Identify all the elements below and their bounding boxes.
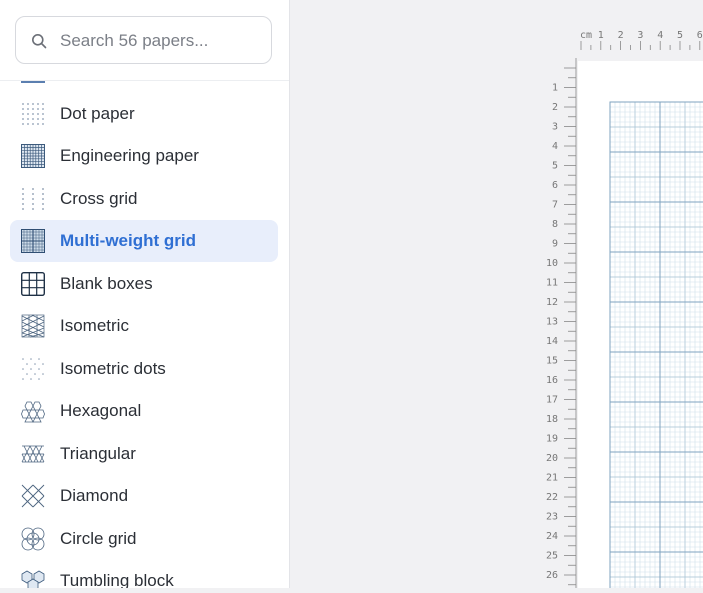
ruler-left-label: 23 [546, 512, 558, 523]
ruler-left-label: 21 [546, 473, 558, 484]
paper-item-diamond[interactable]: Diamond [10, 475, 278, 517]
triangular-icon [21, 445, 45, 463]
ruler-left-label: 15 [546, 356, 558, 367]
ruler-top-label: 2 [618, 30, 624, 41]
paper-item-isometric-dots[interactable]: Isometric dots [10, 348, 278, 390]
ruler-top-label: 5 [677, 30, 683, 41]
paper-list[interactable]: Dot paper Engineering paper Cross grid M… [0, 81, 289, 588]
ruler-left-label: 12 [546, 297, 558, 308]
ruler-left-label: 19 [546, 434, 558, 445]
paper-item-circle-grid[interactable]: Circle grid [10, 518, 278, 560]
ruler-left-label: 16 [546, 375, 558, 386]
ruler-top-label: 3 [637, 30, 643, 41]
ruler-left-label: 4 [552, 141, 558, 152]
ruler-left-label: 25 [546, 551, 558, 562]
paper-item-label: Dot paper [60, 104, 135, 123]
ruler-left-label: 17 [546, 395, 558, 406]
paper-item-label: Hexagonal [60, 401, 142, 420]
ruler-left-label: 11 [546, 278, 558, 289]
paper-item-label: Diamond [60, 486, 129, 505]
ruler-left-label: 13 [546, 317, 558, 328]
search-input[interactable] [58, 17, 262, 65]
paper-item-label: Isometric [60, 316, 129, 335]
ruler-top-label: 1 [598, 30, 604, 41]
paper-item-hexagonal[interactable]: Hexagonal [10, 390, 278, 432]
ruler-left-label: 26 [546, 570, 558, 581]
paper-item-dot-paper[interactable]: Dot paper [10, 93, 278, 135]
ruler-top-label: 6 [697, 30, 703, 41]
engineering-paper-icon [21, 144, 45, 168]
isometric-dots-icon [22, 358, 44, 380]
paper-item-engineering-paper[interactable]: Engineering paper [10, 135, 278, 177]
paper-item-tumbling-block[interactable]: Tumbling block [10, 560, 278, 588]
ruler-left-label: 20 [546, 453, 558, 464]
paper-item-cross-grid[interactable]: Cross grid [10, 178, 278, 220]
isometric-icon [21, 314, 45, 338]
ruler-unit-label: cm [580, 30, 592, 41]
search-box[interactable] [15, 16, 272, 65]
ruler-left-label: 2 [552, 102, 558, 113]
circle-grid-icon [21, 527, 45, 551]
search-icon [32, 34, 47, 49]
ruler-left-label: 18 [546, 414, 558, 425]
paper-item-label: Tumbling block [60, 571, 174, 588]
paper-item-blank-boxes[interactable]: Blank boxes [10, 263, 278, 305]
paper-sidebar: Dot paper Engineering paper [0, 0, 290, 588]
paper-item-label: Blank boxes [60, 274, 153, 293]
cross-grid-icon [22, 188, 44, 210]
ruler-top-label: 4 [657, 30, 663, 41]
paper-item-label: Circle grid [60, 529, 137, 548]
paper-item-multi-weight-grid[interactable]: Multi-weight grid [10, 220, 278, 262]
ruler-left-label: 9 [552, 239, 558, 250]
paper-item-isometric[interactable]: Isometric [10, 305, 278, 347]
ruler-left-label: 1 [552, 83, 558, 94]
blank-boxes-icon [21, 272, 45, 296]
ruler-left-label: 24 [546, 531, 558, 542]
paper-preview: cm 1 2 3 4 5 612345678910111213141516171819202… [546, 30, 703, 593]
ruler-left-label: 8 [552, 219, 558, 230]
ruler-left-label: 14 [546, 336, 558, 347]
paper-item-label: Isometric dots [60, 359, 166, 378]
multi-weight-grid-icon [21, 229, 45, 253]
paper-item-label: Multi-weight grid [60, 231, 196, 250]
ruler-left-label: 22 [546, 492, 558, 503]
paper-item-label: Cross grid [60, 189, 138, 208]
tumbling-block-icon [21, 570, 45, 588]
paper-item-label: Triangular [60, 444, 136, 463]
paper-item-triangular[interactable]: Triangular [10, 433, 278, 475]
ruler-left-label: 3 [552, 122, 558, 133]
dot-paper-icon [22, 103, 44, 125]
ruler-left-label: 6 [552, 180, 558, 191]
paper-item-label: Engineering paper [60, 146, 199, 165]
grid-area [609, 101, 703, 593]
preview-canvas: cm 1 2 3 4 5 6 1 2 3 4 5 6 7 8 9 10 11 12 13 14 15 16 17 18 19 20 2… [290, 0, 703, 593]
hexagonal-icon [21, 401, 45, 423]
ruler-left-label: 10 [546, 258, 558, 269]
previous-item-edge [21, 81, 45, 83]
ruler-left-label: 7 [552, 200, 558, 211]
diamond-icon [21, 484, 45, 508]
ruler-left-label: 5 [552, 161, 558, 172]
